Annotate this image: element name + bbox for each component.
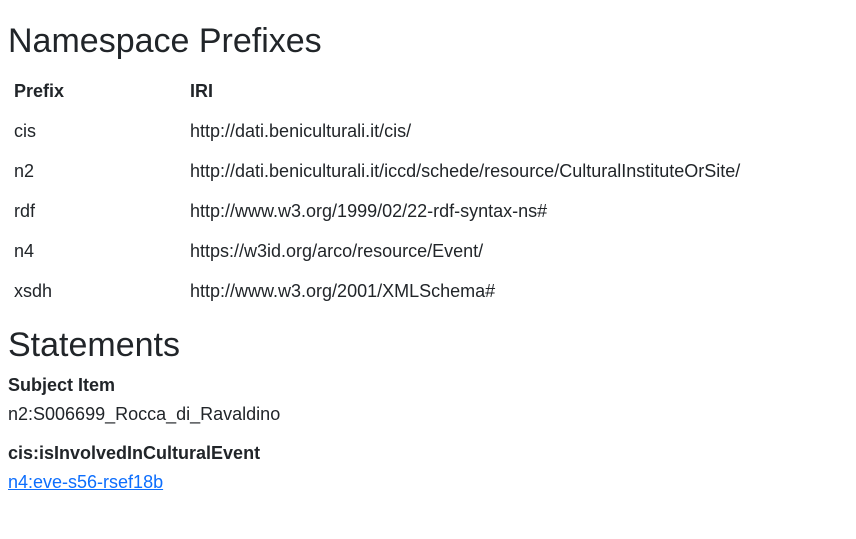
prefix-column-header: Prefix — [14, 80, 65, 101]
subject-item-label: Subject Item — [8, 375, 116, 395]
namespace-prefixes-table: Prefix IRI cis http://dati.beniculturali… — [8, 71, 746, 311]
table-row: xsdh http://www.w3.org/2001/XMLSchema# — [8, 271, 746, 311]
table-header-row: Prefix IRI — [8, 71, 746, 111]
iri-cell: https://w3id.org/arco/resource/Event/ — [190, 240, 484, 261]
prefix-cell: cis — [14, 120, 36, 141]
predicate-label: cis:isInvolvedInCulturalEvent — [8, 443, 261, 463]
object-link[interactable]: n4:eve-s56-rsef18b — [8, 472, 163, 492]
table-row: n4 https://w3id.org/arco/resource/Event/ — [8, 231, 746, 271]
prefix-cell: xsdh — [14, 280, 53, 301]
namespace-prefixes-heading: Namespace Prefixes — [8, 22, 322, 60]
table-row: n2 http://dati.beniculturali.it/iccd/sch… — [8, 151, 746, 191]
iri-cell: http://www.w3.org/1999/02/22-rdf-syntax-… — [190, 200, 548, 221]
iri-column-header: IRI — [190, 80, 214, 101]
subject-item-value: n2:S006699_Rocca_di_Ravaldino — [8, 404, 281, 424]
table-row: rdf http://www.w3.org/1999/02/22-rdf-syn… — [8, 191, 746, 231]
prefix-cell: n2 — [14, 160, 35, 181]
iri-cell: http://dati.beniculturali.it/iccd/schede… — [190, 160, 741, 181]
prefix-cell: n4 — [14, 240, 35, 261]
iri-cell: http://www.w3.org/2001/XMLSchema# — [190, 280, 496, 301]
table-row: cis http://dati.beniculturali.it/cis/ — [8, 111, 746, 151]
prefix-cell: rdf — [14, 200, 36, 221]
page: Namespace Prefixes Prefix IRI cis http:/… — [8, 0, 856, 497]
iri-cell: http://dati.beniculturali.it/cis/ — [190, 120, 412, 141]
statements-heading: Statements — [8, 326, 180, 364]
